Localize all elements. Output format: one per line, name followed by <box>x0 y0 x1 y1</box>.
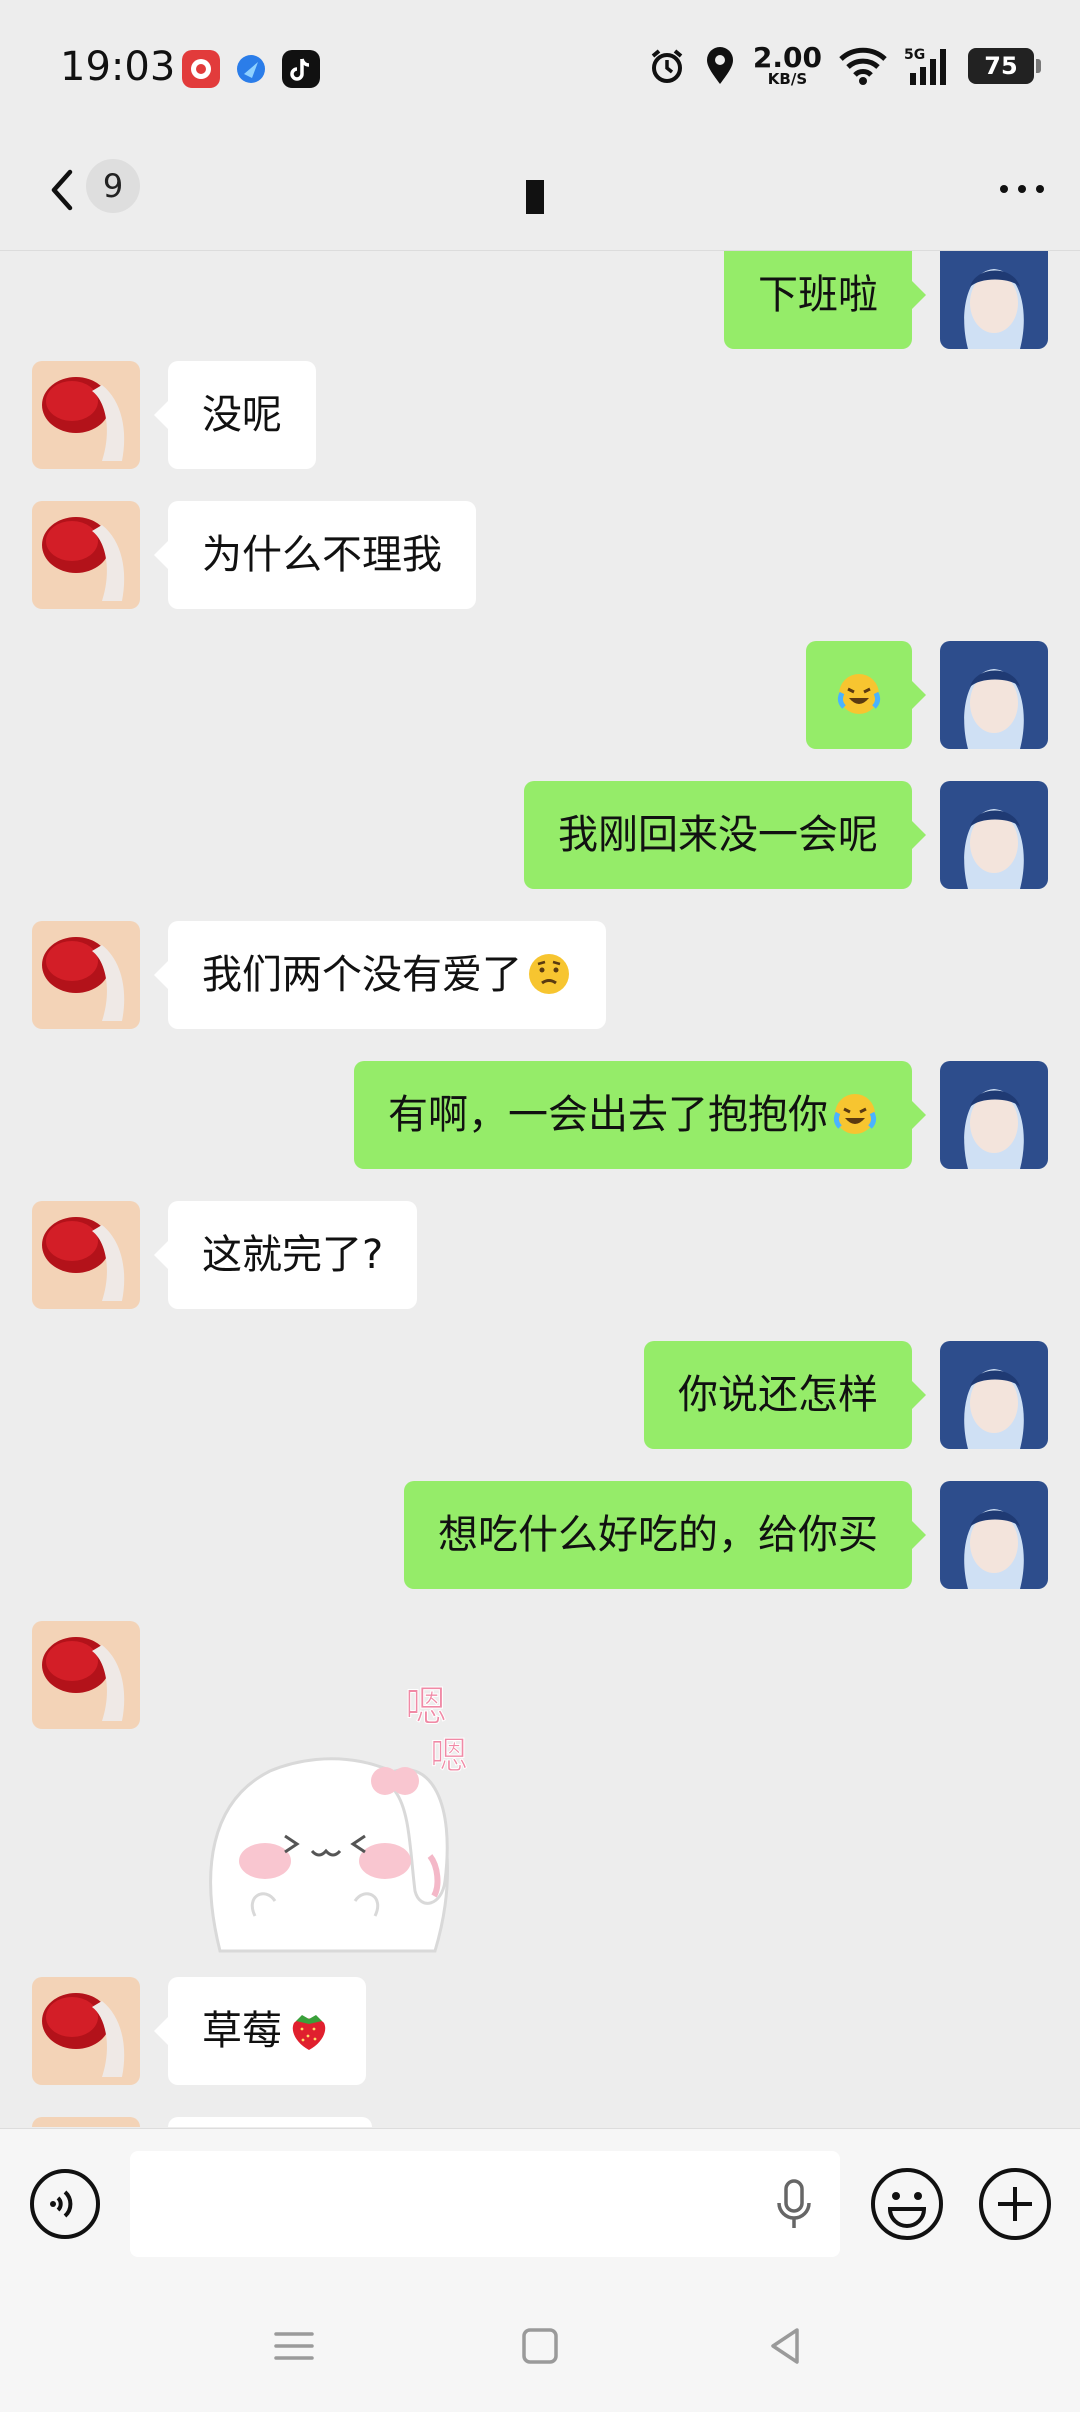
message-text: 我刚回来没一会呢 <box>558 812 878 858</box>
message-bubble[interactable]: 有啊，一会出去了抱抱你 <box>354 1061 926 1169</box>
more-dot-icon <box>1018 185 1026 193</box>
message-list[interactable]: 下班啦 没呢 为什么不理我 我刚回来没一会呢 我们两个没有爱了 有啊，一会出去了… <box>0 251 1080 2127</box>
self-avatar[interactable] <box>940 1341 1048 1449</box>
status-time: 19:03 <box>60 44 176 90</box>
tiktok-app-icon <box>282 50 320 88</box>
message-outgoing: 想吃什么好吃的，给你买 <box>404 1481 1048 1589</box>
bunny-sticker[interactable]: 嗯 嗯 <box>180 1651 500 1971</box>
voice-input-toggle-icon[interactable] <box>28 2167 102 2241</box>
message-outgoing: 有啊，一会出去了抱抱你 <box>354 1061 1048 1169</box>
message-bubble[interactable]: 下班啦 <box>724 251 926 349</box>
strawberry-emoji-icon <box>292 2015 326 2050</box>
message-incoming-sticker: 嗯 嗯 <box>32 1621 500 1971</box>
laughing-crying-emoji-icon <box>833 1094 877 1134</box>
chat-header: 9 <box>0 130 1080 251</box>
notification-icons <box>182 50 320 88</box>
system-navigation-bar <box>0 2284 1080 2412</box>
input-bar <box>0 2128 1080 2285</box>
sticker-text: 嗯 <box>405 1682 447 1731</box>
recent-apps-icon[interactable] <box>264 2316 324 2376</box>
message-incoming: 为什么不理我 <box>32 501 476 609</box>
wifi-icon <box>839 47 887 85</box>
message-bubble[interactable]: 草莓 <box>154 1977 366 2085</box>
message-text: 草莓 <box>202 2008 282 2054</box>
message-bubble[interactable]: 你说还怎样 <box>644 1341 926 1449</box>
message-bubble[interactable]: 我们两个没有爱了 <box>154 921 606 1029</box>
network-speed-value: 2.00 <box>752 41 822 74</box>
network-speed: 2.00 KB/S <box>753 44 822 87</box>
message-bubble[interactable]: 我刚回来没一会呢 <box>524 781 926 889</box>
message-text: 为什么不理我 <box>202 532 442 578</box>
self-avatar[interactable] <box>940 781 1048 889</box>
confused-emoji-icon <box>529 954 569 994</box>
message-bubble[interactable] <box>806 641 926 749</box>
back-nav-icon[interactable] <box>755 2316 815 2376</box>
message-text: 没呢 <box>202 392 282 438</box>
message-text: 这就完了? <box>202 1232 384 1278</box>
contact-avatar-partial <box>32 2117 140 2127</box>
message-bubble[interactable]: 没呢 <box>154 361 316 469</box>
message-incoming: 没呢 <box>32 361 316 469</box>
self-avatar[interactable] <box>940 641 1048 749</box>
shopping-app-icon <box>182 50 220 88</box>
microphone-icon[interactable] <box>770 2177 818 2233</box>
message-outgoing <box>806 641 1048 749</box>
battery-indicator: 75 <box>968 47 1041 84</box>
contact-avatar[interactable] <box>32 1621 140 1729</box>
self-avatar[interactable] <box>940 1061 1048 1169</box>
message-input[interactable] <box>130 2151 840 2257</box>
contact-avatar[interactable] <box>32 361 140 469</box>
message-bubble[interactable]: 为什么不理我 <box>154 501 476 609</box>
message-outgoing: 下班啦 <box>724 251 1048 349</box>
message-bubble-partial <box>168 2117 372 2127</box>
emoji-picker-icon[interactable] <box>868 2165 946 2243</box>
more-dot-icon <box>1036 185 1044 193</box>
network-speed-unit: KB/S <box>767 70 808 88</box>
message-text: 我们两个没有爱了 <box>202 952 522 998</box>
more-options-button[interactable] <box>992 164 1052 214</box>
sticker-text: 嗯 <box>430 1734 468 1778</box>
message-text: 下班啦 <box>758 272 878 318</box>
chat-screen: 19:03 2.00 KB/S 5G 75 9 下班啦 没呢 为什么不理我 我刚… <box>0 0 1080 2412</box>
network-type-label: 5G <box>904 47 925 63</box>
contact-avatar[interactable] <box>32 921 140 1029</box>
message-incoming: 我们两个没有爱了 <box>32 921 606 1029</box>
message-text: 有啊，一会出去了抱抱你 <box>388 1092 828 1138</box>
contact-avatar[interactable] <box>32 501 140 609</box>
self-avatar[interactable] <box>940 251 1048 349</box>
contact-avatar[interactable] <box>32 1201 140 1309</box>
message-bubble[interactable]: 想吃什么好吃的，给你买 <box>404 1481 926 1589</box>
status-bar: 19:03 2.00 KB/S 5G 75 <box>0 0 1080 130</box>
message-outgoing: 我刚回来没一会呢 <box>524 781 1048 889</box>
browser-app-icon <box>237 55 265 83</box>
message-outgoing: 你说还怎样 <box>644 1341 1048 1449</box>
message-incoming: 草莓 <box>32 1977 366 2085</box>
chat-title-redacted <box>526 180 544 214</box>
message-text: 想吃什么好吃的，给你买 <box>438 1512 878 1558</box>
unread-count-badge[interactable]: 9 <box>86 159 140 213</box>
self-avatar[interactable] <box>940 1481 1048 1589</box>
alarm-icon <box>651 48 683 83</box>
cellular-signal-icon: 5G <box>904 47 946 85</box>
location-icon <box>706 46 733 84</box>
more-dot-icon <box>1000 185 1008 193</box>
home-icon[interactable] <box>510 2316 570 2376</box>
message-bubble[interactable]: 这就完了? <box>153 1201 418 1309</box>
message-incoming: 这就完了? <box>32 1201 418 1309</box>
message-text: 你说还怎样 <box>678 1372 878 1418</box>
more-actions-plus-icon[interactable] <box>976 2165 1054 2243</box>
status-indicators: 2.00 KB/S 5G 75 <box>647 44 1041 87</box>
contact-avatar[interactable] <box>32 1977 140 2085</box>
laughing-crying-emoji-icon <box>837 674 881 714</box>
